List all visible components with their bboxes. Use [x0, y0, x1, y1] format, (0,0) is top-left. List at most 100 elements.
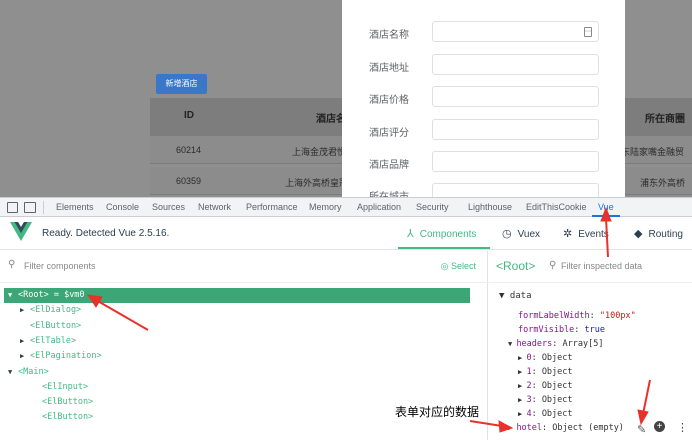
- prop-key: formVisible: [518, 325, 575, 335]
- tab-lighthouse[interactable]: Lighthouse: [468, 202, 512, 212]
- tree-node[interactable]: ▶ <ElTable>: [4, 334, 470, 349]
- edit-icon[interactable]: ✎: [637, 423, 646, 436]
- tree-node[interactable]: ▶ <ElDialog>: [4, 303, 470, 318]
- select-label: Select: [450, 261, 476, 271]
- hotel-address-input[interactable]: [432, 54, 599, 75]
- data-prop-row[interactable]: ▶ 0: Object: [518, 351, 573, 365]
- active-nav-indicator: [398, 247, 490, 249]
- component-tag: <Root>: [18, 290, 49, 300]
- data-prop-row[interactable]: ▶ 3: Object: [518, 393, 573, 407]
- add-icon[interactable]: +: [654, 421, 665, 432]
- prop-colon: :: [531, 409, 542, 419]
- component-filter-input[interactable]: Filter components: [24, 261, 96, 271]
- inspect-element-icon[interactable]: [7, 202, 18, 213]
- tab-elements[interactable]: Elements: [56, 202, 94, 212]
- add-hotel-button[interactable]: 新增酒店: [156, 74, 207, 94]
- prop-colon: :: [531, 367, 542, 377]
- select-component-button[interactable]: ◎ Select: [441, 261, 476, 272]
- inspector-filter-input[interactable]: Filter inspected data: [561, 261, 642, 271]
- expand-arrow-icon[interactable]: ▼: [8, 288, 18, 303]
- data-prop-row[interactable]: formVisible: true: [518, 323, 605, 337]
- prop-value: Object: [541, 381, 573, 391]
- nav-routing[interactable]: ◆ Routing: [634, 227, 683, 240]
- data-prop-row[interactable]: ▶ 2: Object: [518, 379, 573, 393]
- expand-arrow-icon[interactable]: ▶: [20, 303, 30, 318]
- events-icon: ✲: [563, 228, 573, 240]
- tab-application[interactable]: Application: [357, 202, 401, 212]
- search-icon: ⚲: [549, 260, 557, 271]
- tree-node[interactable]: ▶ <ElPagination>: [4, 349, 470, 364]
- vm-ref: = $vm0: [48, 290, 85, 300]
- tree-node[interactable]: ▼ <Main>: [4, 365, 470, 380]
- inspector-bar: <Root> ⚲ Filter inspected data: [489, 251, 692, 283]
- hotel-name-input[interactable]: ⋯: [432, 21, 599, 42]
- tab-network[interactable]: Network: [198, 202, 231, 212]
- prop-value: Object: [541, 409, 573, 419]
- tab-memory[interactable]: Memory: [309, 202, 342, 212]
- nav-events-label: Events: [578, 229, 609, 240]
- component-tag: <ElButton>: [30, 320, 82, 331]
- nav-components[interactable]: ⅄ Components: [407, 227, 476, 240]
- label-hotel-city: 所在城市: [369, 188, 409, 197]
- prop-value: Object: [541, 395, 573, 405]
- component-tag: <ElButton>: [42, 412, 94, 423]
- component-tag: <ElButton>: [42, 397, 94, 408]
- target-icon: ◎: [440, 261, 449, 271]
- cell-area: 浦东外高桥: [640, 178, 686, 188]
- tab-performance[interactable]: Performance: [246, 202, 298, 212]
- tree-node[interactable]: ▼ <Root> = $vm0: [4, 288, 470, 303]
- device-toolbar-icon[interactable]: [24, 202, 36, 213]
- label-hotel-address: 酒店地址: [369, 63, 409, 74]
- prop-colon: :: [531, 395, 542, 405]
- data-prop-row[interactable]: ▶ 4: Object: [518, 407, 573, 421]
- toolbar-divider: [43, 201, 44, 214]
- component-tag: <ElPagination>: [30, 351, 102, 362]
- component-tag: <Main>: [18, 366, 49, 377]
- routing-icon: ◆: [634, 228, 643, 240]
- expand-arrow-icon[interactable]: ▶: [20, 349, 30, 364]
- data-prop-row[interactable]: ▶ 1: Object: [518, 365, 573, 379]
- devtools-tabbar: Elements Console Sources Network Perform…: [0, 197, 692, 217]
- label-hotel-name: 酒店名称: [369, 30, 409, 41]
- prop-colon: :: [531, 353, 542, 363]
- vue-status-text: Ready. Detected Vue 2.5.16.: [42, 228, 170, 239]
- prop-colon: :: [552, 339, 563, 349]
- annotation-text: 表单对应的数据: [395, 405, 480, 419]
- tree-node[interactable]: <ElButton>: [4, 319, 470, 334]
- label-hotel-brand: 酒店品牌: [369, 160, 409, 171]
- expand-arrow-icon[interactable]: ▶: [20, 334, 30, 349]
- prop-value: Object (empty): [552, 423, 624, 433]
- data-prop-row[interactable]: formLabelWidth: "100px": [518, 309, 636, 323]
- vuex-icon: ◷: [502, 228, 512, 240]
- data-prop-row[interactable]: ▼ headers: Array[5]: [508, 337, 603, 351]
- tab-editthiscookie[interactable]: EditThisCookie: [526, 202, 587, 212]
- hotel-price-input[interactable]: [432, 86, 599, 107]
- nav-routing-label: Routing: [648, 229, 683, 240]
- app-page: 新增酒店 ID 酒店名 所在商圈 60214 上海金茂君悦 浦东陆家嘴金融贸 6…: [0, 0, 692, 197]
- tab-vue[interactable]: Vue: [598, 202, 614, 212]
- input-badge-icon: ⋯: [584, 27, 592, 37]
- cell-id: 60214: [176, 145, 202, 155]
- more-icon[interactable]: ⋮: [677, 421, 688, 434]
- nav-events[interactable]: ✲ Events: [563, 227, 609, 240]
- prop-key: headers: [516, 339, 553, 349]
- data-prop-row[interactable]: ▶ hotel: Object (empty): [508, 421, 624, 435]
- component-tag: <ElDialog>: [30, 305, 82, 316]
- expand-arrow-icon[interactable]: ▼: [8, 365, 18, 380]
- nav-vuex[interactable]: ◷ Vuex: [502, 227, 540, 240]
- data-section-toggle[interactable]: ▼ data: [499, 291, 532, 301]
- component-filter-bar: ⚲ Filter components ◎ Select: [0, 251, 488, 283]
- tab-console[interactable]: Console: [106, 202, 139, 212]
- hotel-city-input[interactable]: [432, 183, 599, 197]
- tab-security[interactable]: Security: [416, 202, 449, 212]
- tree-node[interactable]: <ElInput>: [4, 380, 470, 395]
- hotel-form-dialog: 酒店名称 ⋯ 酒店地址 酒店价格 酒店评分 酒店品牌 所在城市: [342, 0, 625, 197]
- inspector-panel: <Root> ⚲ Filter inspected data ▼ data fo…: [489, 251, 692, 440]
- hotel-brand-input[interactable]: [432, 151, 599, 172]
- prop-value: Array[5]: [562, 339, 604, 349]
- hotel-score-input[interactable]: [432, 119, 599, 140]
- tab-sources[interactable]: Sources: [152, 202, 185, 212]
- col-header-area: 所在商圈: [645, 114, 685, 125]
- nav-components-label: Components: [419, 229, 477, 240]
- prop-key: formLabelWidth: [518, 311, 590, 321]
